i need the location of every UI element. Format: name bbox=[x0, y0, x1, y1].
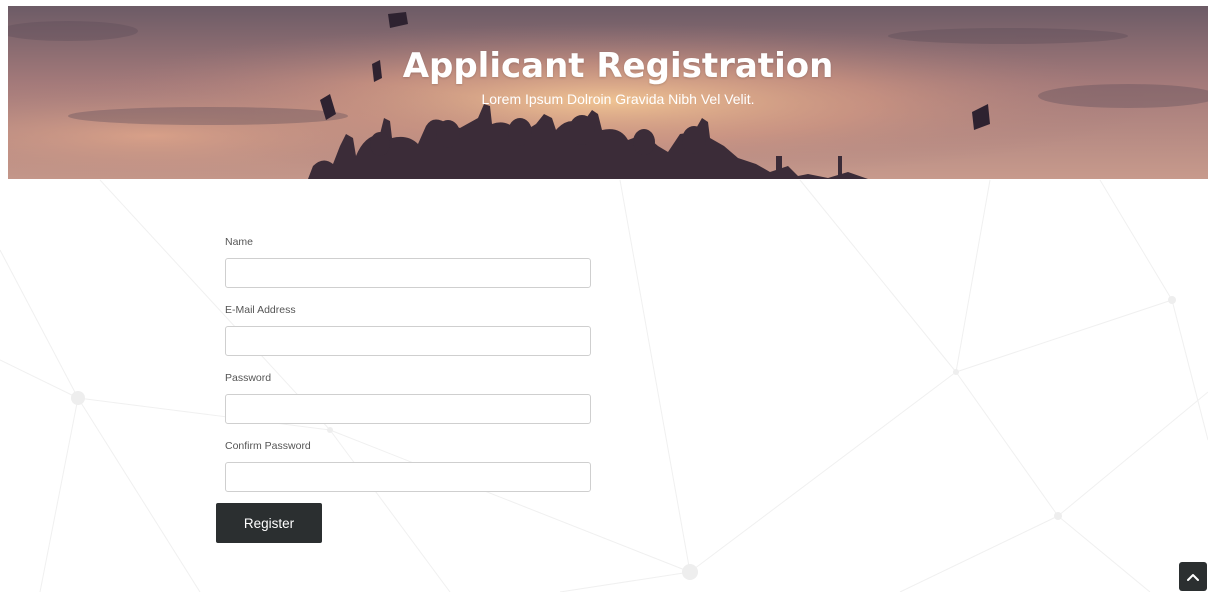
registration-form: Name E-Mail Address Password Confirm Pas… bbox=[225, 232, 591, 504]
chevron-up-icon bbox=[1187, 573, 1199, 581]
hero-banner: Applicant Registration Lorem Ipsum Dolro… bbox=[8, 6, 1208, 179]
confirm-password-input[interactable] bbox=[225, 462, 591, 492]
password-label: Password bbox=[225, 372, 272, 384]
email-label: E-Mail Address bbox=[225, 304, 296, 316]
register-button[interactable]: Register bbox=[216, 503, 322, 543]
registration-page: Applicant Registration Lorem Ipsum Dolro… bbox=[0, 0, 1208, 592]
password-input[interactable] bbox=[225, 394, 591, 424]
name-input[interactable] bbox=[225, 258, 591, 288]
name-field-group: Name bbox=[225, 232, 591, 300]
email-field-group: E-Mail Address bbox=[225, 300, 591, 368]
name-label: Name bbox=[225, 236, 254, 248]
confirm-password-field-group: Confirm Password bbox=[225, 436, 591, 504]
email-input[interactable] bbox=[225, 326, 591, 356]
page-subtitle: Lorem Ipsum Dolroin Gravida Nibh Vel Vel… bbox=[481, 91, 755, 107]
password-field-group: Password bbox=[225, 368, 591, 436]
scroll-to-top-button[interactable] bbox=[1179, 562, 1207, 591]
confirm-password-label: Confirm Password bbox=[225, 440, 311, 452]
page-title: Applicant Registration bbox=[402, 46, 834, 86]
